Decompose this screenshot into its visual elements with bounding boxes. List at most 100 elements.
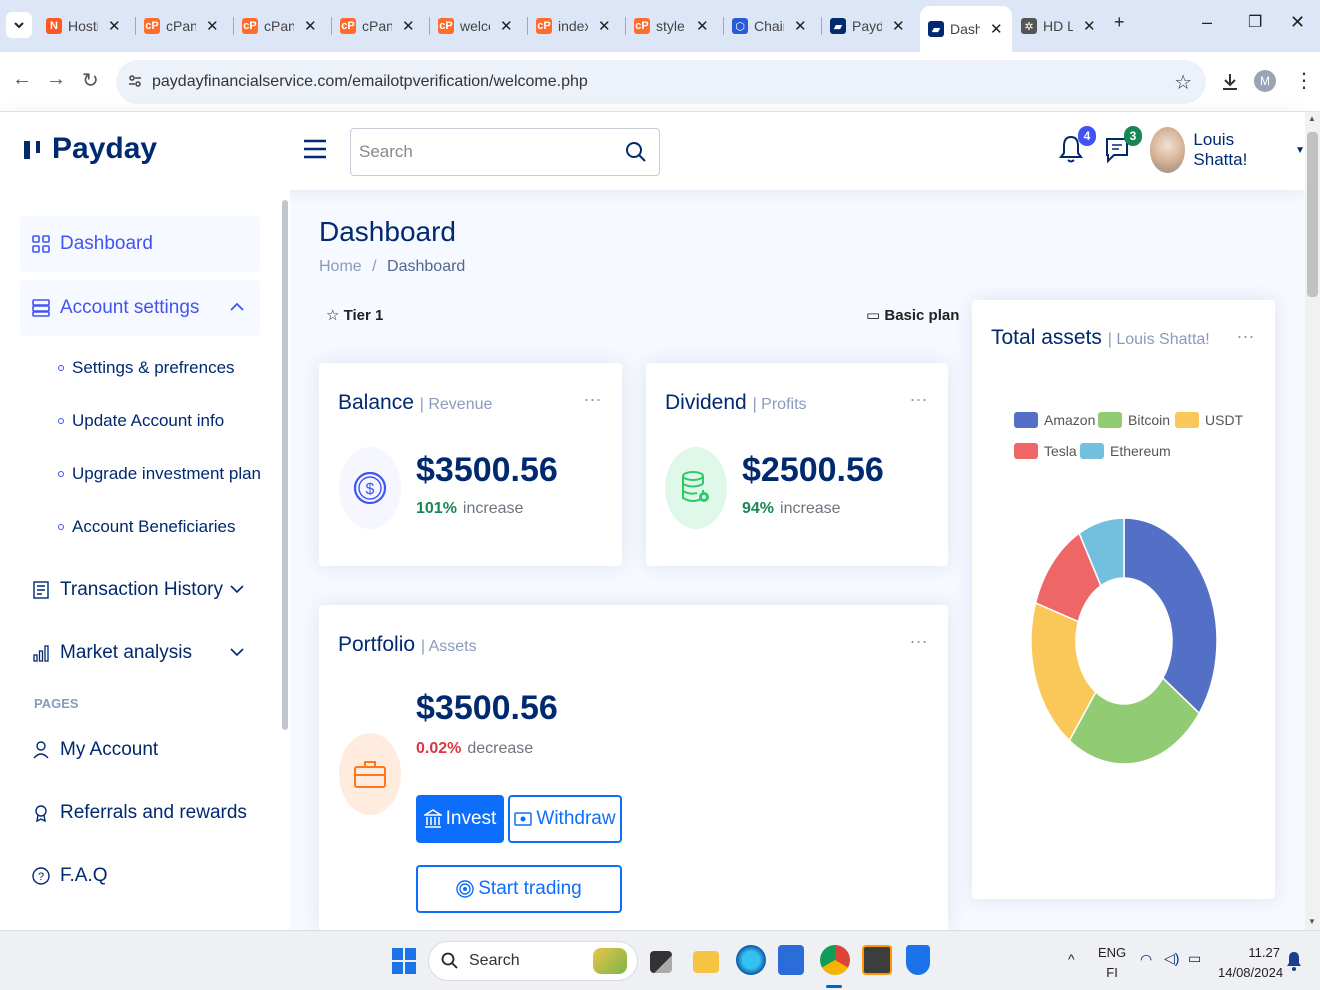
site-info-icon[interactable]: [128, 74, 142, 88]
url-field[interactable]: paydayfinancialservice.com/emailotpverif…: [116, 60, 1206, 104]
forward-button[interactable]: →: [46, 68, 66, 91]
sidebar-scrollbar[interactable]: [282, 200, 288, 730]
sidebar-item-faq[interactable]: ? F.A.Q: [20, 848, 260, 904]
language-indicator[interactable]: ENG FI: [1098, 943, 1126, 983]
tab-close-icon[interactable]: ✕: [108, 17, 121, 35]
tab-search-dropdown[interactable]: [6, 12, 32, 38]
person-icon: [33, 741, 49, 759]
profile-avatar[interactable]: M: [1254, 70, 1276, 92]
tab-close-icon[interactable]: ✕: [304, 17, 317, 35]
tab-close-icon[interactable]: ✕: [1083, 17, 1096, 35]
chainlink-icon: ⬡: [732, 18, 748, 34]
chevron-down-icon: [14, 22, 24, 29]
legend-item[interactable]: Tesla: [1014, 443, 1077, 459]
defender-shield-icon[interactable]: [906, 945, 930, 975]
browser-tab[interactable]: ✲ HD Lines ✕: [1013, 8, 1110, 44]
tab-close-icon[interactable]: ✕: [990, 20, 1003, 38]
legend-item[interactable]: USDT: [1175, 412, 1243, 428]
sidebar-item-dashboard[interactable]: Dashboard: [20, 216, 260, 272]
address-bar: ← → ↻ paydayfinancialservice.com/emailot…: [0, 52, 1320, 112]
legend-item[interactable]: Bitcoin: [1098, 412, 1170, 428]
browser-tab[interactable]: ▰ Payday ✕: [822, 8, 919, 44]
wifi-icon[interactable]: ◠: [1140, 951, 1152, 968]
new-tab-button[interactable]: +: [1114, 12, 1125, 33]
active-app-indicator: [826, 985, 842, 988]
browser-tab[interactable]: cP welcome ✕: [430, 8, 527, 44]
scrollbar-thumb[interactable]: [1307, 132, 1318, 297]
user-menu[interactable]: Louis Shatta! ▼: [1150, 127, 1305, 173]
tab-close-icon[interactable]: ✕: [794, 17, 807, 35]
edge-icon[interactable]: [736, 945, 766, 975]
sidebar-item-label: Dashboard: [60, 233, 153, 254]
sidebar-subitem-upgrade-plan[interactable]: Upgrade investment plan: [58, 464, 261, 484]
search-icon[interactable]: [625, 141, 647, 163]
hamburger-menu-icon[interactable]: [304, 138, 326, 160]
browser-tab[interactable]: ⬡ Chain ✕: [724, 8, 821, 44]
restore-button[interactable]: ❐: [1248, 12, 1262, 32]
store-icon[interactable]: [778, 945, 804, 975]
tab-close-icon[interactable]: ✕: [402, 17, 415, 35]
browser-tab[interactable]: ▰ Dashboard ✕: [920, 6, 1012, 52]
volume-icon[interactable]: ◁): [1164, 950, 1179, 967]
back-button[interactable]: ←: [12, 68, 32, 91]
browser-tab[interactable]: cP index ✕: [528, 8, 625, 44]
file-explorer-icon[interactable]: [693, 951, 719, 973]
withdraw-button[interactable]: Withdraw: [508, 795, 622, 843]
tray-overflow-chevron-icon[interactable]: ^: [1068, 951, 1075, 967]
page-scrollbar[interactable]: ▲ ▼: [1305, 112, 1320, 930]
more-options-icon[interactable]: ...: [1237, 322, 1255, 343]
scroll-down-arrow-icon[interactable]: ▼: [1308, 917, 1316, 926]
minimize-button[interactable]: –: [1202, 12, 1212, 33]
browser-tab[interactable]: cP cPanel ✕: [136, 8, 233, 44]
sidebar-item-account-settings[interactable]: Account settings: [20, 280, 260, 336]
sidebar-subitem-update-account[interactable]: Update Account info: [58, 411, 224, 431]
more-options-icon[interactable]: ...: [910, 385, 928, 406]
clock[interactable]: 11.27 14/08/2024: [1218, 943, 1283, 983]
browser-tab[interactable]: cP cPanel ✕: [332, 8, 429, 44]
sidebar-item-my-account[interactable]: My Account: [20, 722, 260, 778]
sidebar-subitem-beneficiaries[interactable]: Account Beneficiaries: [58, 517, 235, 537]
tab-close-icon[interactable]: ✕: [598, 17, 611, 35]
download-icon[interactable]: [1220, 72, 1240, 92]
tab-close-icon[interactable]: ✕: [206, 17, 219, 35]
chrome-icon[interactable]: [820, 945, 850, 975]
search-input[interactable]: Search: [350, 128, 660, 176]
taskbar-search[interactable]: Search: [428, 941, 638, 981]
reload-button[interactable]: ↻: [82, 68, 99, 93]
windows-start-icon[interactable]: [392, 947, 416, 975]
sublime-text-icon[interactable]: [862, 945, 892, 975]
sidebar-subitem-settings[interactable]: Settings & prefrences: [58, 358, 235, 378]
app-header: Payday Search 4 3 Louis Shatta! ▼: [0, 112, 1305, 190]
legend-item[interactable]: Amazon: [1014, 412, 1095, 428]
bookmark-star-icon[interactable]: ☆: [1174, 70, 1192, 95]
sidebar-item-transaction-history[interactable]: Transaction History: [20, 562, 260, 618]
invest-button[interactable]: Invest: [416, 795, 504, 843]
tab-close-icon[interactable]: ✕: [892, 17, 905, 35]
notification-bell-icon[interactable]: [1286, 951, 1302, 971]
scroll-up-arrow-icon[interactable]: ▲: [1308, 114, 1316, 123]
more-options-icon[interactable]: ...: [584, 385, 602, 406]
sidebar-item-market-analysis[interactable]: Market analysis: [20, 625, 260, 681]
tab-close-icon[interactable]: ✕: [696, 17, 709, 35]
donut-slice-amazon[interactable]: [1123, 517, 1218, 715]
messages-button[interactable]: 3: [1104, 126, 1142, 166]
close-window-button[interactable]: ✕: [1290, 12, 1305, 33]
browser-tab[interactable]: N Hostinger ✕: [38, 8, 135, 44]
sidebar-item-referrals[interactable]: Referrals and rewards: [20, 785, 260, 841]
browser-menu-icon[interactable]: ⋮: [1294, 68, 1314, 93]
start-trading-button[interactable]: Start trading: [416, 865, 622, 913]
sidebar-item-label: F.A.Q: [60, 865, 108, 886]
tab-close-icon[interactable]: ✕: [500, 17, 513, 35]
breadcrumb-home[interactable]: Home: [319, 258, 362, 275]
task-view-icon[interactable]: [650, 951, 672, 973]
legend-item[interactable]: Ethereum: [1080, 443, 1171, 459]
cpanel-icon: cP: [438, 18, 454, 34]
battery-icon[interactable]: ▭: [1188, 950, 1201, 967]
legend-label: Bitcoin: [1128, 412, 1171, 428]
notifications-button[interactable]: 4: [1058, 126, 1096, 166]
logo[interactable]: Payday: [22, 132, 157, 166]
browser-tab[interactable]: cP style ✕: [626, 8, 723, 44]
browser-tab[interactable]: cP cPanel ✕: [234, 8, 331, 44]
more-options-icon[interactable]: ...: [910, 627, 928, 648]
donut-chart: [1030, 517, 1218, 765]
